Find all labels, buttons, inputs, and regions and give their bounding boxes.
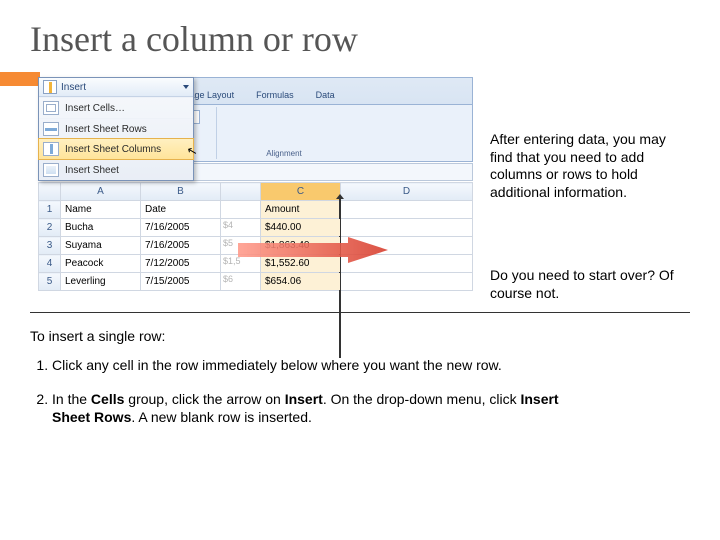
- subheading: To insert a single row:: [30, 328, 165, 344]
- table-row: 4 Peacock 7/12/2005 $1,5 $1,552.60: [39, 255, 473, 273]
- insert-rows-icon: [43, 122, 59, 136]
- menu-item-label: Insert Sheet: [65, 165, 119, 176]
- table-row: 5 Leverling 7/15/2005 $6 $654.06: [39, 273, 473, 291]
- insert-split-button[interactable]: Insert: [39, 78, 193, 97]
- divider: [30, 312, 690, 313]
- insert-button-label: Insert: [61, 82, 86, 93]
- col-header-d[interactable]: D: [341, 183, 473, 201]
- intro-paragraph: After entering data, you may find that y…: [490, 131, 690, 201]
- cell[interactable]: 7/16/2005: [141, 237, 221, 255]
- cell[interactable]: [341, 219, 473, 237]
- screenshot-illustration: Home Insert Page Layout Formulas Data Pa…: [38, 77, 473, 312]
- menu-insert-sheet-columns[interactable]: Insert Sheet Columns: [38, 138, 194, 160]
- menu-item-label: Insert Sheet Columns: [65, 144, 161, 155]
- col-header-b[interactable]: B: [141, 183, 221, 201]
- row-header[interactable]: 4: [39, 255, 61, 273]
- row-header[interactable]: 3: [39, 237, 61, 255]
- cell[interactable]: 7/12/2005: [141, 255, 221, 273]
- cell[interactable]: $4: [221, 219, 261, 237]
- spreadsheet-grid: A B C D 1 Name Date Amount 2 Bucha: [38, 182, 473, 291]
- cell[interactable]: 7/16/2005: [141, 219, 221, 237]
- menu-item-label: Insert Cells…: [65, 103, 125, 114]
- cell[interactable]: Peacock: [61, 255, 141, 273]
- chevron-down-icon: [183, 85, 189, 89]
- row-header[interactable]: 5: [39, 273, 61, 291]
- tab-data[interactable]: Data: [306, 88, 345, 103]
- cell[interactable]: [341, 237, 473, 255]
- list-item: In the Cells group, click the arrow on I…: [52, 390, 590, 426]
- column-headers: A B C D: [39, 183, 473, 201]
- insert-sheet-icon: [43, 163, 59, 177]
- cell[interactable]: [341, 273, 473, 291]
- cell[interactable]: Date: [141, 201, 221, 219]
- cell[interactable]: $654.06: [261, 273, 341, 291]
- cell[interactable]: Suyama: [61, 237, 141, 255]
- table-row: 3 Suyama 7/16/2005 $5 $1,863.40: [39, 237, 473, 255]
- menu-item-label: Insert Sheet Rows: [65, 124, 147, 135]
- cell-selected-header[interactable]: Amount: [261, 201, 341, 219]
- instruction-list: Click any cell in the row immediately be…: [30, 356, 590, 443]
- list-item: Click any cell in the row immediately be…: [52, 356, 590, 374]
- row-header[interactable]: 2: [39, 219, 61, 237]
- tab-formulas[interactable]: Formulas: [246, 88, 304, 103]
- cell[interactable]: Bucha: [61, 219, 141, 237]
- accent-band-fill: [0, 72, 40, 86]
- col-header-ghost: [221, 183, 261, 201]
- cell[interactable]: [341, 201, 473, 219]
- followup-paragraph: Do you need to start over? Of course not…: [490, 267, 690, 302]
- col-header-a[interactable]: A: [61, 183, 141, 201]
- cell[interactable]: $5: [221, 237, 261, 255]
- cell[interactable]: Leverling: [61, 273, 141, 291]
- cell[interactable]: [341, 255, 473, 273]
- insert-icon: [43, 80, 57, 94]
- cell[interactable]: $440.00: [261, 219, 341, 237]
- menu-insert-cells[interactable]: Insert Cells…: [39, 97, 193, 118]
- insert-dropdown-menu: Insert Insert Cells… Insert Sheet Rows I…: [38, 77, 194, 181]
- table-row: 1 Name Date Amount: [39, 201, 473, 219]
- cell[interactable]: [221, 201, 261, 219]
- col-header-c[interactable]: C: [261, 183, 341, 201]
- sheet-table: A B C D 1 Name Date Amount 2 Bucha: [38, 182, 473, 291]
- cell[interactable]: $1,863.40: [261, 237, 341, 255]
- select-all-corner[interactable]: [39, 183, 61, 201]
- cell[interactable]: 7/15/2005: [141, 273, 221, 291]
- table-row: 2 Bucha 7/16/2005 $4 $440.00: [39, 219, 473, 237]
- group-alignment-label: Alignment: [219, 149, 349, 158]
- page-title: Insert a column or row: [0, 0, 720, 68]
- menu-insert-sheet-rows[interactable]: Insert Sheet Rows: [39, 118, 193, 139]
- insert-columns-icon: [43, 142, 59, 156]
- row-header[interactable]: 1: [39, 201, 61, 219]
- cell[interactable]: Name: [61, 201, 141, 219]
- group-alignment: Alignment: [219, 107, 349, 159]
- menu-insert-sheet[interactable]: Insert Sheet: [39, 159, 193, 180]
- cell[interactable]: $1,552.60: [261, 255, 341, 273]
- cell[interactable]: $1,5: [221, 255, 261, 273]
- insert-cells-icon: [43, 101, 59, 115]
- cell[interactable]: $6: [221, 273, 261, 291]
